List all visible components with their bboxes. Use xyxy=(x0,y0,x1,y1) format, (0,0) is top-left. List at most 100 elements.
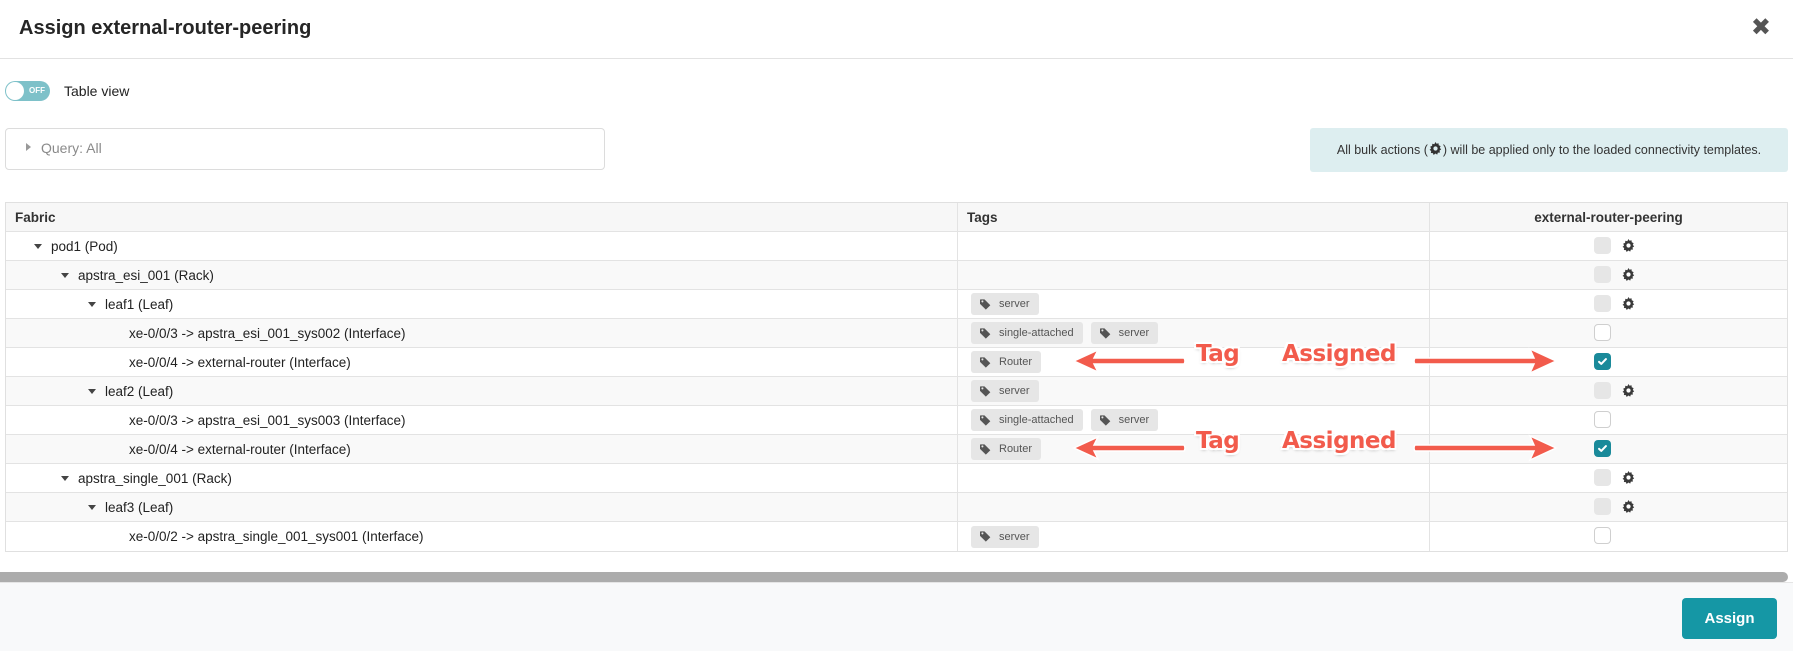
node-label: pod1 (Pod) xyxy=(51,238,118,254)
assign-checkbox[interactable] xyxy=(1594,382,1611,399)
assignment-controls xyxy=(1594,411,1611,428)
tags-cell: server xyxy=(958,377,1430,405)
fabric-cell: leaf1 (Leaf) xyxy=(6,290,958,318)
assignment-controls xyxy=(1594,498,1635,515)
tag-icon xyxy=(980,414,999,426)
table-row: leaf3 (Leaf) xyxy=(6,493,1787,522)
tag-badge: server xyxy=(971,293,1039,315)
assignment-controls xyxy=(1594,266,1635,283)
fabric-cell: xe-0/0/3 -> apstra_esi_001_sys003 (Inter… xyxy=(6,406,958,434)
dialog-footer: Assign xyxy=(0,582,1793,651)
node-label: apstra_esi_001 (Rack) xyxy=(78,267,214,283)
node-label: xe-0/0/3 -> apstra_esi_001_sys002 (Inter… xyxy=(129,325,406,341)
query-expander[interactable]: Query: All xyxy=(5,128,605,170)
tags-cell: server xyxy=(958,522,1430,551)
node-label: xe-0/0/4 -> external-router (Interface) xyxy=(129,441,351,457)
assignment-cell xyxy=(1430,319,1787,347)
assign-checkbox[interactable] xyxy=(1594,353,1611,370)
caret-down-icon[interactable] xyxy=(88,504,96,510)
assign-checkbox[interactable] xyxy=(1594,266,1611,283)
assign-checkbox[interactable] xyxy=(1594,411,1611,428)
tags-cell xyxy=(958,464,1430,492)
tag-icon xyxy=(980,298,999,310)
assignment-cell xyxy=(1430,406,1787,434)
caret-down-icon[interactable] xyxy=(61,475,69,481)
assignment-cell xyxy=(1430,377,1787,405)
assign-checkbox[interactable] xyxy=(1594,469,1611,486)
tag-badge: server xyxy=(1090,409,1159,431)
fabric-cell: apstra_esi_001 (Rack) xyxy=(6,261,958,289)
assignment-cell xyxy=(1430,464,1787,492)
toggle-state: OFF xyxy=(29,86,45,95)
column-header-tags: Tags xyxy=(958,203,1430,231)
toggle-knob xyxy=(6,82,24,100)
annotation-arrow-right xyxy=(1412,347,1558,378)
gear-icon[interactable] xyxy=(1622,239,1635,252)
assignment-controls xyxy=(1594,237,1635,254)
gear-icon[interactable] xyxy=(1622,384,1635,397)
annotation-arrow-right xyxy=(1412,434,1558,465)
tag-label: single-attached xyxy=(999,327,1074,339)
table-row: leaf1 (Leaf) server xyxy=(6,290,1787,319)
assign-checkbox[interactable] xyxy=(1594,237,1611,254)
node-label: xe-0/0/4 -> external-router (Interface) xyxy=(129,354,351,370)
tag-icon xyxy=(980,327,999,339)
tag-badge: server xyxy=(971,380,1039,402)
bulk-actions-info: All bulk actions ( ) will be applied onl… xyxy=(1310,128,1788,172)
annotation-tag-label: Tag xyxy=(1196,341,1240,367)
info-suffix: ) will be applied only to the loaded con… xyxy=(1442,143,1762,157)
assign-checkbox[interactable] xyxy=(1594,527,1611,544)
caret-down-icon[interactable] xyxy=(34,243,42,249)
query-label: Query: All xyxy=(41,140,102,156)
assign-checkbox[interactable] xyxy=(1594,295,1611,312)
caret-down-icon[interactable] xyxy=(61,272,69,278)
tags-cell: server xyxy=(958,290,1430,318)
tag-label: Router xyxy=(999,356,1033,368)
assign-checkbox[interactable] xyxy=(1594,440,1611,457)
caret-down-icon[interactable] xyxy=(88,301,96,307)
gear-icon[interactable] xyxy=(1622,500,1635,513)
assignment-cell xyxy=(1430,290,1787,318)
gear-icon[interactable] xyxy=(1622,297,1635,310)
caret-down-icon[interactable] xyxy=(88,388,96,394)
assignment-controls xyxy=(1594,469,1635,486)
assign-checkbox[interactable] xyxy=(1594,498,1611,515)
info-prefix: All bulk actions ( xyxy=(1336,143,1428,157)
table-row: apstra_single_001 (Rack) xyxy=(6,464,1787,493)
fabric-cell: xe-0/0/2 -> apstra_single_001_sys001 (In… xyxy=(6,522,958,551)
fabric-cell: xe-0/0/4 -> external-router (Interface) xyxy=(6,348,958,376)
tag-label: server xyxy=(1118,414,1150,426)
tag-label: Router xyxy=(999,443,1033,455)
tag-icon xyxy=(980,443,999,455)
table-view-toggle[interactable]: OFF xyxy=(5,81,50,101)
tag-label: server xyxy=(1118,327,1150,339)
tag-badge: single-attached xyxy=(971,322,1083,344)
close-icon[interactable]: ✖ xyxy=(1751,16,1771,40)
tag-label: server xyxy=(999,530,1030,543)
assign-checkbox[interactable] xyxy=(1594,324,1611,341)
gear-icon[interactable] xyxy=(1622,268,1635,281)
tag-icon xyxy=(980,385,999,397)
tag-icon xyxy=(1099,327,1119,339)
table-header: Fabric Tags external-router-peering xyxy=(6,203,1787,232)
tags-cell xyxy=(958,232,1430,260)
table-row: xe-0/0/3 -> apstra_esi_001_sys003 (Inter… xyxy=(6,406,1787,435)
tag-badge: Router xyxy=(971,351,1042,373)
checkmark-icon xyxy=(1597,443,1608,454)
horizontal-scrollbar[interactable] xyxy=(0,572,1788,582)
table-view-label: Table view xyxy=(64,83,130,99)
tag-label: server xyxy=(999,298,1030,310)
fabric-cell: xe-0/0/4 -> external-router (Interface) xyxy=(6,435,958,463)
table-row: apstra_esi_001 (Rack) xyxy=(6,261,1787,290)
table-row: xe-0/0/3 -> apstra_esi_001_sys002 (Inter… xyxy=(6,319,1787,348)
node-label: leaf1 (Leaf) xyxy=(105,296,174,312)
column-header-template: external-router-peering xyxy=(1534,209,1683,225)
fabric-cell: pod1 (Pod) xyxy=(6,232,958,260)
tag-label: server xyxy=(999,385,1030,397)
node-label: xe-0/0/3 -> apstra_esi_001_sys003 (Inter… xyxy=(129,412,406,428)
tag-badge: server xyxy=(971,525,1039,548)
assign-button[interactable]: Assign xyxy=(1682,598,1777,639)
tag-badge: Router xyxy=(971,438,1042,460)
gear-icon[interactable] xyxy=(1622,471,1635,484)
tag-label: single-attached xyxy=(999,414,1074,426)
